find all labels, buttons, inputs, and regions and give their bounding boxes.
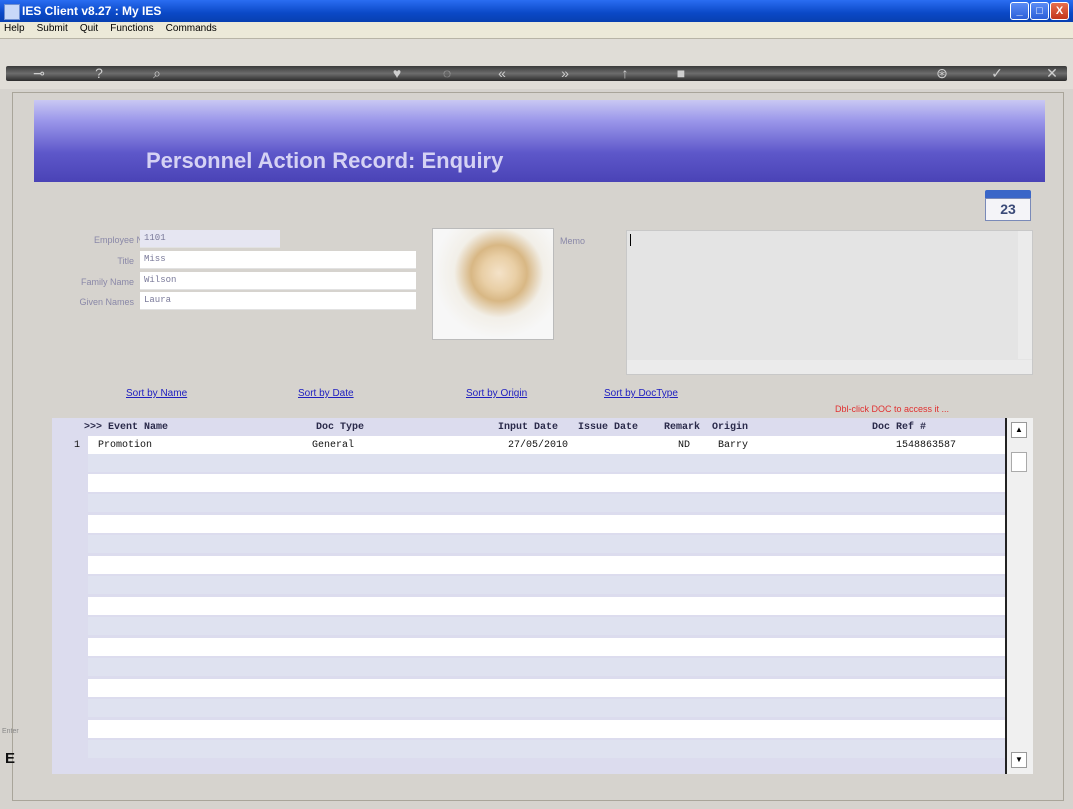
given-names-label: Given Names <box>79 297 134 307</box>
col-doc-type[interactable]: Doc Type <box>316 422 364 433</box>
menu-bar: Help Submit Quit Functions Commands <box>0 22 1073 39</box>
cell-remark: ND <box>678 440 691 451</box>
settings-icon[interactable]: ⊛ <box>931 62 953 84</box>
table-row-empty <box>88 699 1006 717</box>
title-label: Title <box>117 256 134 266</box>
help-icon[interactable]: ? <box>88 62 110 84</box>
text-cursor <box>630 234 631 246</box>
memo-vertical-scrollbar[interactable] <box>1018 231 1032 359</box>
maximize-button[interactable]: □ <box>1030 2 1049 20</box>
heart-icon[interactable]: ♥ <box>386 62 408 84</box>
page-header: Personnel Action Record: Enquiry <box>34 100 1045 182</box>
minimize-button[interactable]: _ <box>1010 2 1029 20</box>
scroll-thumb[interactable] <box>1011 452 1027 472</box>
sort-by-origin-link[interactable]: Sort by Origin <box>466 388 527 399</box>
search-icon[interactable]: ⌕ <box>146 62 168 84</box>
menu-submit[interactable]: Submit <box>33 22 73 34</box>
table-row-empty <box>88 597 1006 615</box>
table-row-empty <box>88 658 1006 676</box>
memo-horizontal-scrollbar[interactable] <box>627 360 1032 374</box>
table-row-empty <box>88 617 1006 635</box>
ok-icon[interactable]: ✓ <box>986 62 1008 84</box>
table-header: >>> Event Name Doc Type Input Date Issue… <box>52 418 1006 436</box>
row-number: 1 <box>74 440 81 451</box>
sort-by-name-link[interactable]: Sort by Name <box>126 388 187 399</box>
table-row-empty <box>88 679 1006 697</box>
left-edge-letter: E <box>5 750 16 767</box>
menu-help[interactable]: Help <box>0 22 30 34</box>
dblclick-hint: Dbl-click DOC to access it ... <box>835 404 950 414</box>
calendar-day: 23 <box>985 198 1031 221</box>
table-row-empty <box>88 454 1006 472</box>
back-icon[interactable]: « <box>491 62 513 84</box>
key-icon[interactable]: ⊸ <box>28 62 50 84</box>
table-row-empty <box>88 535 1006 553</box>
col-input-date[interactable]: Input Date <box>498 422 558 433</box>
circle-icon[interactable]: ◌ <box>436 62 458 84</box>
cell-doc-type[interactable]: General <box>312 440 354 451</box>
forward-icon[interactable]: » <box>554 62 576 84</box>
table-row-empty <box>88 576 1006 594</box>
table-row-empty <box>88 515 1006 533</box>
sort-by-doctype-link[interactable]: Sort by DocType <box>604 388 678 399</box>
scroll-down-button[interactable]: ▼ <box>1011 752 1027 768</box>
table-row-empty <box>88 740 1006 758</box>
memo-field[interactable] <box>626 230 1033 375</box>
employee-no-label: Employee No <box>93 235 148 245</box>
sort-by-date-link[interactable]: Sort by Date <box>298 388 354 399</box>
employee-no-field[interactable]: 1101 <box>140 230 280 248</box>
family-name-label: Family Name <box>80 277 134 287</box>
left-edge-label: Enter <box>2 728 19 735</box>
table-vertical-scrollbar[interactable]: ▲ ▼ <box>1005 418 1033 774</box>
col-remark[interactable]: Remark <box>664 422 700 433</box>
app-icon <box>4 4 20 20</box>
info-icon[interactable]: ↑ <box>614 62 636 84</box>
col-event-name[interactable]: >>> Event Name <box>84 422 168 433</box>
calendar-icon[interactable]: 23 <box>985 190 1031 226</box>
page-title: Personnel Action Record: Enquiry <box>146 148 504 173</box>
menu-functions[interactable]: Functions <box>106 22 158 34</box>
col-doc-ref[interactable]: Doc Ref # <box>872 422 926 433</box>
title-field[interactable]: Miss <box>140 251 416 269</box>
menu-commands[interactable]: Commands <box>162 22 222 34</box>
given-names-field[interactable]: Laura <box>140 292 416 310</box>
cell-doc-ref: 1548863587 <box>896 440 957 451</box>
table-row-empty <box>88 474 1006 492</box>
window-title: IES Client v8.27 : My IES <box>22 4 162 18</box>
cell-input-date: 27/05/2010 <box>508 440 569 451</box>
table-row[interactable]: Promotion General 27/05/2010 ND Barry 15… <box>88 436 1006 454</box>
table-row-empty <box>88 494 1006 512</box>
col-origin[interactable]: Origin <box>712 422 748 433</box>
employee-photo <box>432 228 554 340</box>
scroll-up-button[interactable]: ▲ <box>1011 422 1027 438</box>
table-row-empty <box>88 556 1006 574</box>
close-toolbar-icon[interactable]: ✕ <box>1041 62 1063 84</box>
close-button[interactable]: X <box>1050 2 1069 20</box>
cell-event-name: Promotion <box>98 440 153 451</box>
cell-origin: Barry <box>718 440 749 451</box>
memo-label: Memo <box>560 236 586 246</box>
toolbar: ⊸ ? ⌕ ♥ ◌ « » ↑ ■ ⊛ ✓ ✕ <box>0 39 1073 89</box>
stop-icon[interactable]: ■ <box>670 62 692 84</box>
col-issue-date[interactable]: Issue Date <box>578 422 638 433</box>
table-row-empty <box>88 720 1006 738</box>
scrollbar-divider <box>1005 418 1007 774</box>
calendar-top <box>985 190 1031 198</box>
family-name-field[interactable]: Wilson <box>140 272 416 290</box>
table-row-empty <box>88 638 1006 656</box>
window-title-bar: IES Client v8.27 : My IES _ □ X <box>0 0 1073 22</box>
toolbar-strip: ⊸ ? ⌕ ♥ ◌ « » ↑ ■ ⊛ ✓ ✕ <box>6 65 1067 81</box>
events-table: >>> Event Name Doc Type Input Date Issue… <box>52 418 1006 774</box>
menu-quit[interactable]: Quit <box>76 22 103 34</box>
